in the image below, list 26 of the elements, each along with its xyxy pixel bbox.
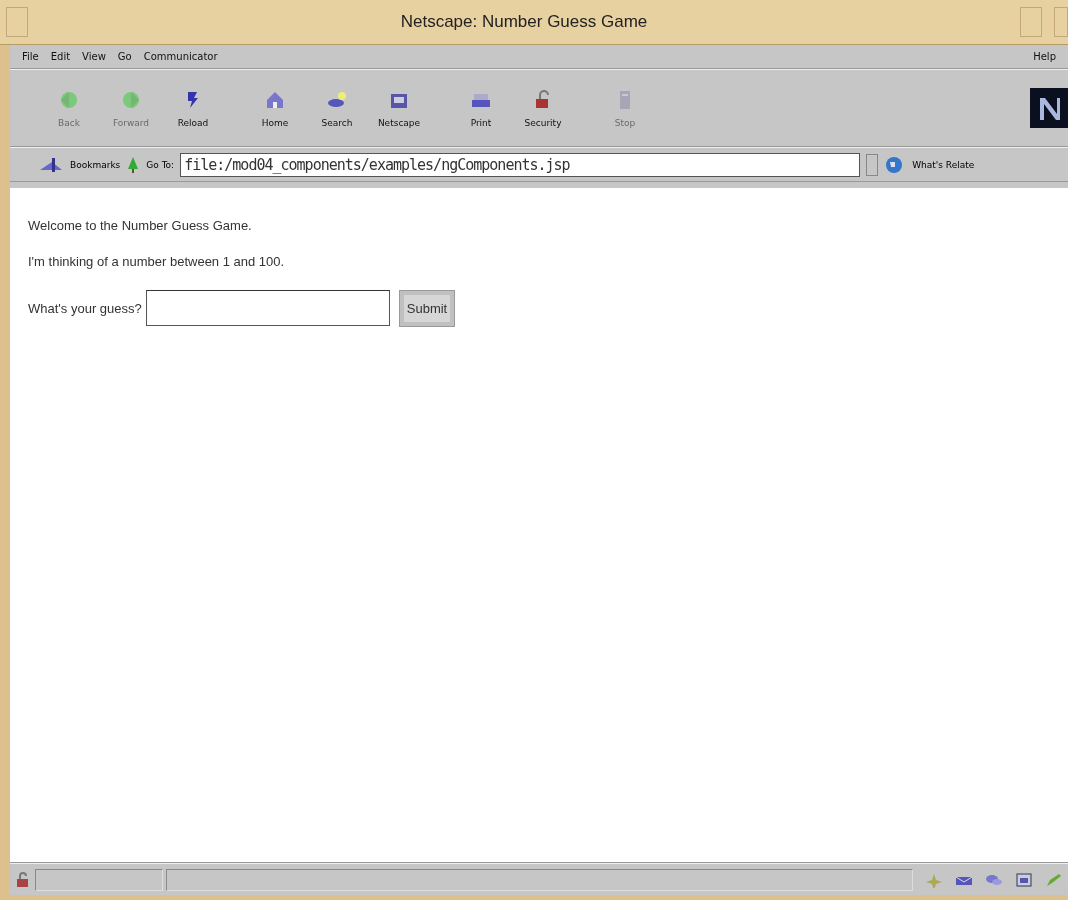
bookmarks-label[interactable]: Bookmarks: [70, 160, 121, 170]
body-text: Welcome to the Number Guess Game.: [28, 218, 253, 233]
menu-item[interactable]: Go: [111, 51, 138, 62]
location-dropdown-button[interactable]: [866, 154, 879, 176]
tree-icon: [126, 156, 141, 174]
guess-label: What's your guess?: [28, 300, 142, 316]
toolbar-button[interactable]: Print: [450, 88, 512, 128]
document-icon[interactable]: [1014, 871, 1034, 888]
whats-related-label[interactable]: What's Relate: [912, 160, 975, 170]
menu-item[interactable]: Communicator: [137, 51, 224, 62]
guess-input-field[interactable]: [145, 290, 390, 326]
toolbar-button[interactable]: Reload: [162, 88, 224, 128]
go-to-label: Go To:: [146, 160, 175, 170]
window-title: Netscape: Number Guess Game: [399, 12, 649, 32]
help-menu[interactable]: Help: [1027, 51, 1062, 62]
toolbar-button[interactable]: Netscape: [368, 88, 430, 128]
menu-item[interactable]: View: [76, 51, 112, 62]
toolbar-button[interactable]: Home: [244, 88, 306, 128]
body-text: I'm thinking of a number between 1 and 100.: [28, 254, 286, 269]
location-field[interactable]: file:/mod04_components/examples/ngComponents.jsp: [180, 153, 861, 177]
toolbar-button[interactable]: Search: [306, 88, 368, 128]
menu-item[interactable]: File: [16, 51, 45, 62]
menu-item[interactable]: Edit: [44, 51, 77, 62]
submit-button[interactable]: Submit: [399, 290, 455, 326]
bookmarks-icon[interactable]: [38, 156, 64, 174]
toolbar-button[interactable]: Security: [512, 88, 574, 128]
